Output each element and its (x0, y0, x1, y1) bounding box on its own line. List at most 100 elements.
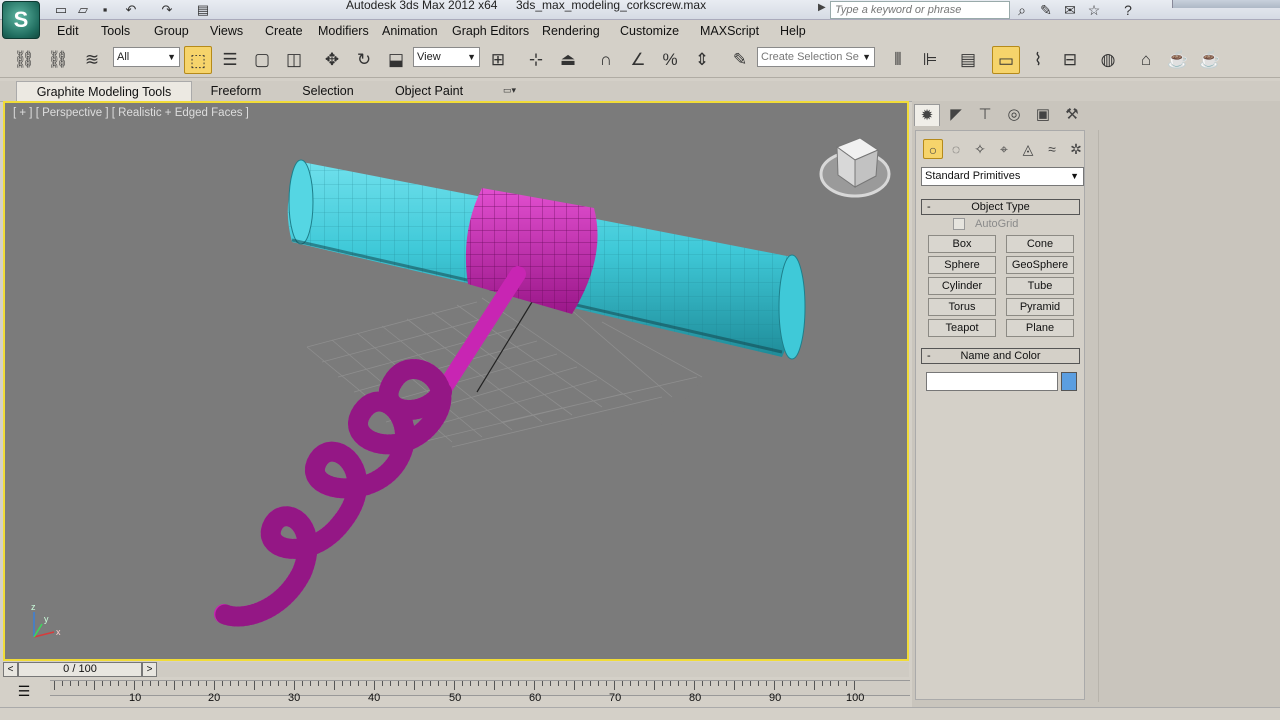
rendered-frame-window-icon[interactable]: ☕ (1164, 46, 1192, 74)
cylinder-button[interactable]: Cylinder (928, 277, 996, 295)
undo-icon[interactable]: ↶ (122, 1, 140, 18)
pivot-center-icon[interactable]: ⊞ (484, 46, 512, 74)
primitive-category-dropdown[interactable]: Standard Primitives ▼ (921, 167, 1084, 186)
open-file-icon[interactable]: ▱ (74, 1, 92, 18)
menu-maxscript[interactable]: MAXScript (700, 24, 759, 38)
snaps-toggle-icon[interactable]: ∩ (592, 46, 620, 74)
communication-center-icon[interactable]: ✉ (1060, 1, 1080, 19)
menu-group[interactable]: Group (154, 24, 189, 38)
mini-curve-editor-icon[interactable]: ☰ (14, 682, 34, 700)
hierarchy-tab-icon[interactable]: ⊤ (972, 104, 998, 126)
create-tab-icon[interactable]: ✹ (914, 104, 940, 126)
viewport-scene[interactable]: z y x (5, 103, 907, 659)
tab-graphite-modeling-tools[interactable]: Graphite Modeling Tools (16, 81, 192, 102)
search-expand-icon[interactable]: ▶ (818, 2, 826, 13)
next-frame-button[interactable]: > (142, 662, 157, 677)
menu-modifiers[interactable]: Modifiers (318, 24, 369, 38)
layer-manager-icon[interactable]: ▤ (954, 46, 982, 74)
mirror-icon[interactable]: ⫴ (884, 46, 912, 74)
geosphere-button[interactable]: GeoSphere (1006, 256, 1074, 274)
select-and-move-icon[interactable]: ✥ (318, 46, 346, 74)
teapot-button[interactable]: Teapot (928, 319, 996, 337)
menu-customize[interactable]: Customize (620, 24, 679, 38)
cone-button[interactable]: Cone (1006, 235, 1074, 253)
named-selection-dropdown[interactable]: Create Selection Se ▼ (757, 47, 875, 67)
tube-button[interactable]: Tube (1006, 277, 1074, 295)
select-and-link-icon[interactable]: ⛓ (10, 46, 38, 74)
favorites-star-icon[interactable]: ☆ (1084, 1, 1104, 19)
curve-editor-icon[interactable]: ⌇ (1024, 46, 1052, 74)
viewcube[interactable] (819, 137, 891, 198)
display-tab-icon[interactable]: ▣ (1030, 104, 1056, 126)
select-object-icon[interactable]: ⬚ (184, 46, 212, 74)
name-and-color-rollout-header[interactable]: - Name and Color (921, 348, 1080, 364)
autogrid-checkbox[interactable] (953, 218, 965, 230)
menu-views[interactable]: Views (210, 24, 243, 38)
menu-help[interactable]: Help (780, 24, 806, 38)
binoculars-icon[interactable]: ⌕ (1012, 1, 1032, 19)
select-by-name-icon[interactable]: ☰ (216, 46, 244, 74)
select-manipulate-icon[interactable]: ⊹ (522, 46, 550, 74)
material-editor-icon[interactable]: ◍ (1094, 46, 1122, 74)
helpers-category-icon[interactable]: ◬ (1018, 139, 1038, 159)
cameras-category-icon[interactable]: ⌖ (994, 139, 1014, 159)
tab-object-paint[interactable]: Object Paint (382, 81, 476, 102)
shapes-category-icon[interactable]: ◌ (946, 139, 966, 159)
select-and-scale-icon[interactable]: ⬓ (382, 46, 410, 74)
project-folder-icon[interactable]: ▤ (194, 1, 212, 18)
menu-edit[interactable]: Edit (57, 24, 79, 38)
menu-create[interactable]: Create (265, 24, 303, 38)
motion-tab-icon[interactable]: ◎ (1001, 104, 1027, 126)
sphere-button[interactable]: Sphere (928, 256, 996, 274)
menu-rendering[interactable]: Rendering (542, 24, 600, 38)
torus-button[interactable]: Torus (928, 298, 996, 316)
save-file-icon[interactable]: ▪ (96, 1, 114, 18)
spinner-snap-icon[interactable]: ⇕ (688, 46, 716, 74)
geometry-category-icon[interactable]: ○ (923, 139, 943, 159)
corkscrew-handle[interactable] (287, 159, 806, 360)
edit-named-selection-icon[interactable]: ✎ (726, 46, 754, 74)
redo-icon[interactable]: ↷ (158, 1, 176, 18)
new-file-icon[interactable]: ▭ (52, 1, 70, 18)
menu-animation[interactable]: Animation (382, 24, 438, 38)
systems-category-icon[interactable]: ✲ (1066, 139, 1086, 159)
render-setup-icon[interactable]: ⌂ (1132, 46, 1160, 74)
percent-snap-icon[interactable]: % (656, 46, 684, 74)
corkscrew-screw[interactable] (214, 266, 526, 627)
bind-space-warp-icon[interactable]: ≋ (78, 46, 106, 74)
box-button[interactable]: Box (928, 235, 996, 253)
reference-coordinate-dropdown[interactable]: View ▼ (413, 47, 480, 67)
time-slider-thumb[interactable]: 0 / 100 (18, 662, 142, 677)
plane-button[interactable]: Plane (1006, 319, 1074, 337)
perspective-viewport[interactable]: [ + ] [ Perspective ] [ Realistic + Edge… (3, 101, 909, 661)
render-production-icon[interactable]: ☕ (1196, 46, 1224, 74)
window-crossing-icon[interactable]: ◫ (280, 46, 308, 74)
help-icon[interactable]: ? (1118, 1, 1138, 19)
schematic-view-icon[interactable]: ⊟ (1056, 46, 1084, 74)
lights-category-icon[interactable]: ✧ (970, 139, 990, 159)
rectangular-selection-icon[interactable]: ▢ (248, 46, 276, 74)
keyboard-shortcut-override-icon[interactable]: ⏏ (554, 46, 582, 74)
ribbon-minimize-icon[interactable]: ▭▾ (503, 85, 525, 97)
align-icon[interactable]: ⊫ (916, 46, 944, 74)
previous-frame-button[interactable]: < (3, 662, 18, 677)
select-and-rotate-icon[interactable]: ↻ (350, 46, 378, 74)
unlink-icon[interactable]: ⛓ (44, 46, 72, 74)
search-input[interactable]: Type a keyword or phrase (830, 1, 1010, 19)
menu-graph-editors[interactable]: Graph Editors (452, 24, 529, 38)
object-color-swatch[interactable] (1061, 372, 1077, 391)
angle-snap-icon[interactable]: ∠ (624, 46, 652, 74)
utilities-tab-icon[interactable]: ⚒ (1059, 104, 1085, 126)
graphite-toggle-icon[interactable]: ▭ (992, 46, 1020, 74)
object-type-rollout-header[interactable]: - Object Type (921, 199, 1080, 215)
modify-tab-icon[interactable]: ◤ (943, 104, 969, 126)
object-name-input[interactable] (926, 372, 1058, 391)
tab-freeform[interactable]: Freeform (196, 81, 276, 102)
tab-selection[interactable]: Selection (290, 81, 366, 102)
selection-filter-dropdown[interactable]: All ▼ (113, 47, 180, 67)
pyramid-button[interactable]: Pyramid (1006, 298, 1074, 316)
menu-tools[interactable]: Tools (101, 24, 130, 38)
subscription-icon[interactable]: ✎ (1036, 1, 1056, 19)
space-warps-category-icon[interactable]: ≈ (1042, 139, 1062, 159)
app-logo-button[interactable]: S (2, 1, 40, 39)
